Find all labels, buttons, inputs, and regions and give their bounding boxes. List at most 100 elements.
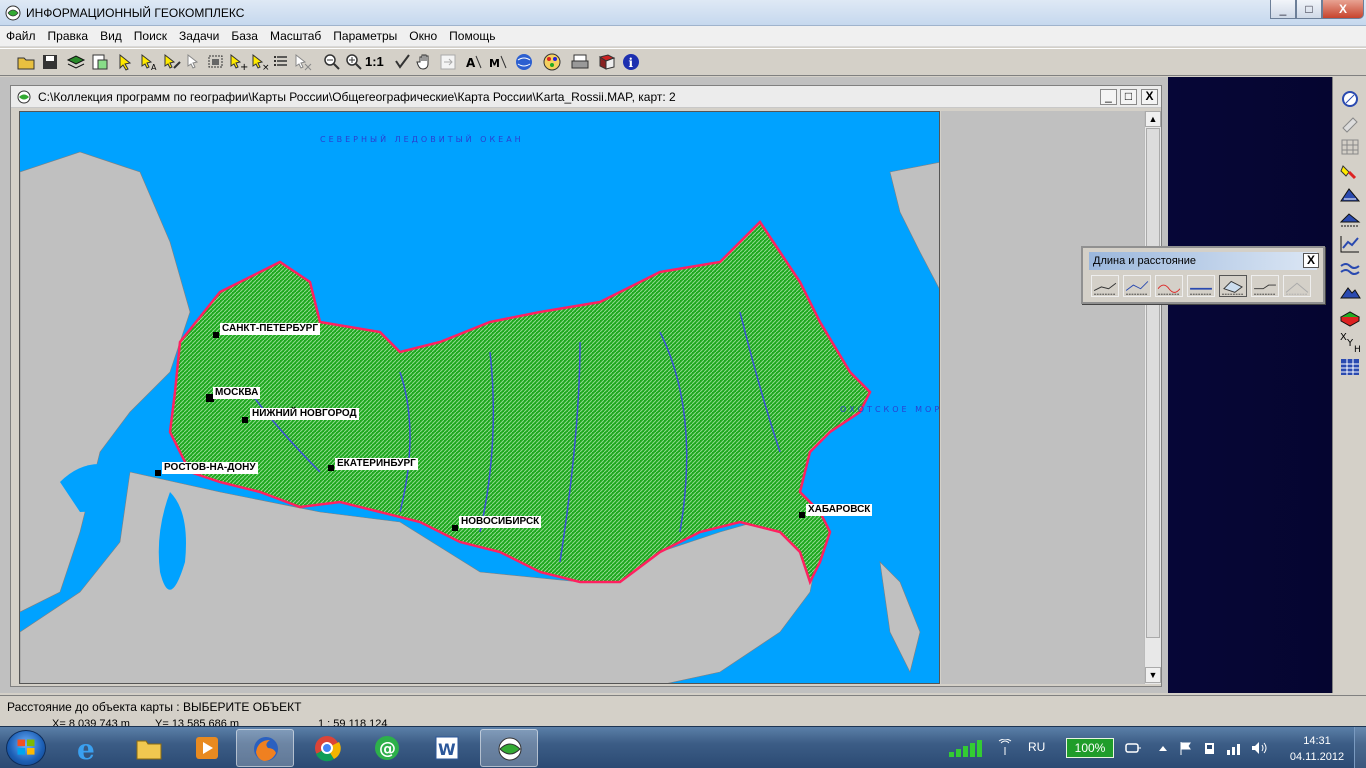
- taskbar-internet-explorer[interactable]: e: [60, 729, 118, 767]
- printer-icon[interactable]: [570, 52, 590, 72]
- map-close-button[interactable]: X: [1141, 89, 1158, 105]
- move-icon[interactable]: [438, 52, 458, 72]
- menu-window[interactable]: Окно: [403, 26, 443, 46]
- zoom-out-icon[interactable]: [322, 52, 342, 72]
- city-label[interactable]: МОСКВА: [213, 387, 261, 399]
- satellite-icon[interactable]: [1339, 114, 1361, 134]
- menu-tasks[interactable]: Задачи: [173, 26, 225, 46]
- action-center-flag-icon[interactable]: [1178, 740, 1194, 756]
- terrain-icon[interactable]: [1339, 185, 1361, 205]
- check-icon[interactable]: [393, 52, 413, 72]
- curve-length-icon[interactable]: [1155, 275, 1183, 297]
- add-object-icon[interactable]: +: [228, 52, 248, 72]
- menu-view[interactable]: Вид: [94, 26, 128, 46]
- select-area-icon[interactable]: [162, 52, 182, 72]
- select-text-icon[interactable]: A: [139, 52, 159, 72]
- city-marker[interactable]: [799, 512, 805, 518]
- city-marker[interactable]: [328, 465, 334, 471]
- info-icon[interactable]: i: [621, 52, 641, 72]
- power-plug-icon[interactable]: [1124, 740, 1142, 756]
- start-button[interactable]: [6, 730, 46, 766]
- brush-icon[interactable]: [1339, 162, 1361, 182]
- scroll-up-arrow[interactable]: ▲: [1145, 111, 1161, 127]
- scroll-down-arrow[interactable]: ▼: [1145, 667, 1161, 683]
- city-label[interactable]: НОВОСИБИРСК: [459, 516, 542, 528]
- profile-icon[interactable]: [1283, 275, 1311, 297]
- menu-file[interactable]: Файл: [0, 26, 42, 46]
- rivers-icon[interactable]: [1339, 258, 1361, 278]
- palette-icon[interactable]: [542, 52, 562, 72]
- taskbar-chrome[interactable]: [298, 729, 356, 767]
- taskbar-mail-agent[interactable]: @: [358, 729, 416, 767]
- menu-help[interactable]: Помощь: [443, 26, 501, 46]
- city-label[interactable]: САНКТ-ПЕТЕРБУРГ: [220, 323, 321, 335]
- taskbar-word[interactable]: W: [418, 729, 476, 767]
- distance-panel-close-button[interactable]: X: [1303, 253, 1319, 268]
- text-tool-icon[interactable]: A: [464, 52, 484, 72]
- city-label[interactable]: НИЖНИЙ НОВГОРОД: [250, 408, 359, 420]
- show-hidden-icons-icon[interactable]: [1158, 743, 1168, 753]
- 3d-icon[interactable]: [1339, 307, 1361, 327]
- zoom-in-icon[interactable]: [344, 52, 364, 72]
- menu-edit[interactable]: Правка: [42, 26, 95, 46]
- segment-measure-icon[interactable]: [1251, 275, 1279, 297]
- area-measure-icon[interactable]: [1219, 275, 1247, 297]
- taskbar-geocomplex[interactable]: [480, 729, 538, 767]
- layers-icon[interactable]: [66, 52, 86, 72]
- menu-scale[interactable]: Масштаб: [264, 26, 327, 46]
- device-icon[interactable]: [1202, 740, 1218, 756]
- close-button[interactable]: X: [1322, 0, 1364, 19]
- clock-time[interactable]: 14:31: [1292, 735, 1342, 747]
- scale-1-1-button[interactable]: 1:1: [365, 52, 385, 72]
- network-icon[interactable]: [1226, 740, 1244, 756]
- map-minimize-button[interactable]: _: [1100, 89, 1117, 105]
- city-marker[interactable]: [242, 417, 248, 423]
- signal-strength-icon[interactable]: [948, 738, 988, 758]
- clock-date[interactable]: 04.11.2012: [1284, 751, 1350, 763]
- scroll-thumb[interactable]: [1146, 128, 1160, 638]
- language-indicator[interactable]: RU: [1028, 740, 1045, 754]
- city-label[interactable]: ХАБАРОВСК: [806, 504, 873, 516]
- erase-icon[interactable]: [293, 52, 313, 72]
- taskbar-media-player[interactable]: [178, 729, 236, 767]
- select-arrow-icon[interactable]: [116, 52, 136, 72]
- label-tool-icon[interactable]: M: [488, 52, 508, 72]
- book-icon[interactable]: [597, 52, 617, 72]
- vertical-scrollbar[interactable]: ▲ ▼: [1144, 111, 1161, 684]
- select-object-icon[interactable]: [185, 52, 205, 72]
- terrain-measure-icon[interactable]: [1339, 210, 1361, 230]
- table-icon[interactable]: [1339, 357, 1361, 377]
- line-length-icon[interactable]: [1091, 275, 1119, 297]
- relief-icon[interactable]: [1339, 282, 1361, 302]
- taskbar-file-explorer[interactable]: [120, 729, 178, 767]
- compass-icon[interactable]: [1339, 89, 1361, 109]
- taskbar-firefox[interactable]: [236, 729, 294, 767]
- print-preview-icon[interactable]: [90, 52, 110, 72]
- list-icon[interactable]: [272, 52, 292, 72]
- globe-icon[interactable]: [514, 52, 534, 72]
- grid-icon[interactable]: [1339, 137, 1361, 157]
- city-label[interactable]: ЕКАТЕРИНБУРГ: [335, 458, 418, 470]
- object-distance-icon[interactable]: [1187, 275, 1215, 297]
- menu-parameters[interactable]: Параметры: [327, 26, 403, 46]
- open-folder-icon[interactable]: [16, 52, 36, 72]
- volume-icon[interactable]: [1250, 740, 1268, 756]
- hand-pan-icon[interactable]: [415, 52, 435, 72]
- minimize-button[interactable]: _: [1270, 0, 1296, 19]
- delete-object-icon[interactable]: ×: [250, 52, 270, 72]
- polyline-length-icon[interactable]: [1123, 275, 1151, 297]
- city-marker[interactable]: [452, 525, 458, 531]
- xy-coords-icon[interactable]: XYH: [1339, 330, 1361, 354]
- save-icon[interactable]: [40, 52, 60, 72]
- map-canvas[interactable]: СЕВЕРНЫЙ ЛЕДОВИТЫЙ ОКЕАН ОХОТСКОЕ МОРЕ С…: [19, 111, 940, 684]
- city-marker[interactable]: [155, 470, 161, 476]
- show-desktop-button[interactable]: [1354, 727, 1366, 768]
- chart-icon[interactable]: [1339, 234, 1361, 254]
- map-maximize-button[interactable]: □: [1120, 89, 1137, 105]
- rectangle-select-icon[interactable]: [206, 52, 226, 72]
- battery-indicator[interactable]: 100%: [1066, 738, 1114, 758]
- city-marker[interactable]: [213, 332, 219, 338]
- wireless-icon[interactable]: [996, 739, 1014, 757]
- city-label[interactable]: РОСТОВ-НА-ДОНУ: [162, 462, 258, 474]
- maximize-button[interactable]: □: [1296, 0, 1322, 19]
